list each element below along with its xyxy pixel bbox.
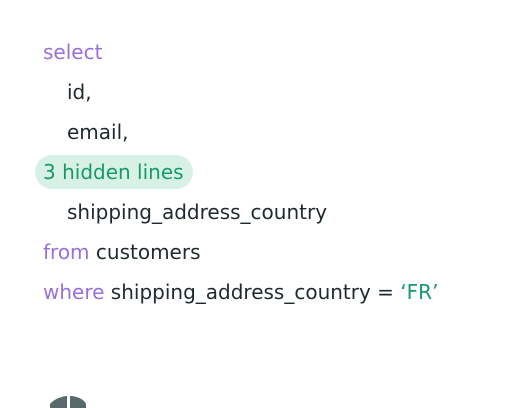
from-line: from customers [43, 236, 201, 268]
email-column: email, [67, 120, 129, 144]
sql-code-block: select id, email, 3 hidden lines shippin… [0, 0, 523, 408]
hidden-lines-toggle[interactable]: 3 hidden lines [35, 155, 193, 189]
partial-logo-svg [50, 396, 86, 408]
country-column: shipping_address_country [67, 200, 328, 224]
table-name: customers [95, 240, 201, 264]
select-line: select [43, 36, 102, 68]
email-column-line: email, [67, 116, 129, 148]
country-column-line: shipping_address_country [67, 196, 327, 228]
select-keyword: select [43, 40, 103, 64]
from-keyword: from [43, 240, 90, 264]
where-value: ‘FR’ [400, 280, 439, 304]
where-line: where shipping_address_country = ‘FR’ [43, 276, 438, 308]
id-column-line: id, [67, 76, 92, 108]
where-keyword: where [43, 280, 105, 304]
where-condition: shipping_address_country = [110, 280, 401, 304]
id-column: id, [67, 80, 92, 104]
partial-logo-icon [48, 395, 88, 408]
